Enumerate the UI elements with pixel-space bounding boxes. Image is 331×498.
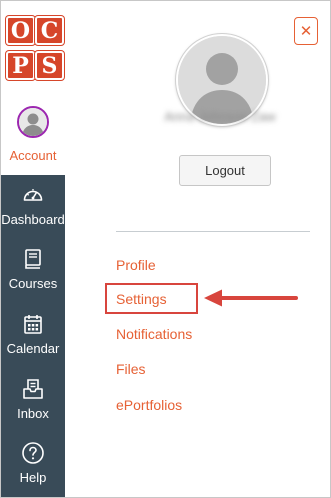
calendar-icon bbox=[24, 315, 42, 334]
nav-label-courses: Courses bbox=[8, 276, 58, 291]
eportfolios-link[interactable]: ePortfolios bbox=[116, 395, 182, 415]
annotation-arrow-icon bbox=[204, 289, 298, 307]
nav-item-help[interactable]: Help bbox=[1, 433, 65, 495]
profile-link[interactable]: Profile bbox=[116, 255, 156, 275]
settings-highlight-box bbox=[105, 283, 198, 314]
courses-icon bbox=[25, 249, 41, 269]
logout-button[interactable]: Logout bbox=[179, 155, 271, 186]
logo-letter-p: P bbox=[6, 51, 35, 80]
divider bbox=[116, 231, 310, 232]
account-label: Account bbox=[9, 148, 57, 163]
dashboard-icon bbox=[23, 189, 43, 201]
global-navigation: O C P S Account Dashboard Courses Calend… bbox=[1, 1, 65, 497]
nav-item-calendar[interactable]: Calendar bbox=[1, 304, 65, 366]
nav-item-account[interactable]: Account bbox=[1, 96, 65, 175]
nav-label-inbox: Inbox bbox=[17, 406, 49, 421]
files-link[interactable]: Files bbox=[116, 359, 146, 379]
school-logo[interactable]: O C P S bbox=[1, 1, 65, 96]
nav-label-calendar: Calendar bbox=[6, 341, 60, 356]
logo-letter-c: C bbox=[35, 16, 64, 45]
nav-label-help: Help bbox=[19, 470, 47, 485]
close-button[interactable]: ✕ bbox=[294, 17, 318, 45]
close-icon: ✕ bbox=[299, 23, 313, 40]
account-avatar-icon bbox=[17, 106, 49, 138]
nav-item-courses[interactable]: Courses bbox=[1, 239, 65, 301]
nav-item-inbox[interactable]: Inbox bbox=[1, 369, 65, 431]
notifications-link[interactable]: Notifications bbox=[116, 324, 192, 344]
user-name: Anna Johnson Zaw bbox=[164, 109, 276, 124]
logo-letter-o: O bbox=[6, 16, 35, 45]
inbox-icon bbox=[23, 379, 43, 399]
help-icon bbox=[22, 442, 44, 464]
nav-label-dashboard: Dashboard bbox=[1, 212, 65, 227]
logo-letter-s: S bbox=[35, 51, 64, 80]
nav-item-dashboard[interactable]: Dashboard bbox=[1, 175, 65, 237]
